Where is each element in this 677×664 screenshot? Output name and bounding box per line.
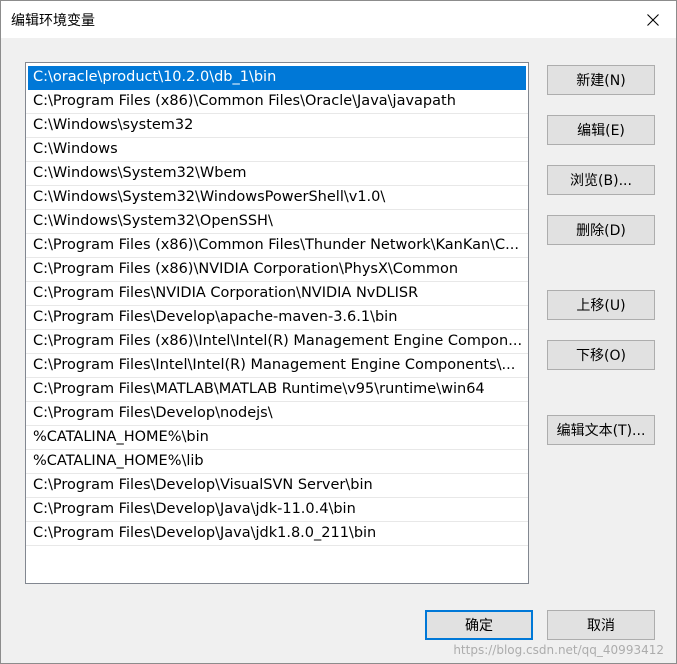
close-icon (647, 13, 659, 26)
path-list-item[interactable]: C:\Program Files (x86)\NVIDIA Corporatio… (26, 258, 528, 282)
ok-button[interactable]: 确定 (425, 610, 533, 640)
path-list-item[interactable]: C:\Windows\System32\OpenSSH\ (26, 210, 528, 234)
path-list-item[interactable]: C:\Program Files (x86)\Intel\Intel(R) Ma… (26, 330, 528, 354)
path-list-item[interactable]: C:\Windows\system32 (26, 114, 528, 138)
browse-button[interactable]: 浏览(B)... (547, 165, 655, 195)
title-bar[interactable]: 编辑环境变量 (1, 1, 676, 38)
path-list-item[interactable]: C:\Program Files\Develop\apache-maven-3.… (26, 306, 528, 330)
path-list[interactable]: C:\oracle\product\10.2.0\db_1\bin C:\Prog… (25, 62, 529, 584)
path-list-item[interactable]: %CATALINA_HOME%\lib (26, 450, 528, 474)
edit-env-var-dialog: 编辑环境变量 C:\oracle\product\10.2.0\db_1\bin… (0, 0, 677, 664)
move-down-button[interactable]: 下移(O) (547, 340, 655, 370)
path-list-item[interactable]: C:\Program Files\MATLAB\MATLAB Runtime\v… (26, 378, 528, 402)
watermark: https://blog.csdn.net/qq_40993412 (453, 643, 664, 657)
path-list-item[interactable]: C:\Program Files\Develop\VisualSVN Serve… (26, 474, 528, 498)
path-list-item[interactable]: C:\Program Files (x86)\Common Files\Orac… (26, 90, 528, 114)
path-list-item[interactable]: C:\Program Files\Develop\Java\jdk-11.0.4… (26, 498, 528, 522)
delete-button[interactable]: 删除(D) (547, 215, 655, 245)
path-list-item[interactable]: C:\Program Files (x86)\Common Files\Thun… (26, 234, 528, 258)
path-list-item[interactable]: C:\Program Files\NVIDIA Corporation\NVID… (26, 282, 528, 306)
new-button[interactable]: 新建(N) (547, 65, 655, 95)
path-list-item-selected[interactable]: C:\oracle\product\10.2.0\db_1\bin (28, 66, 526, 90)
path-list-item[interactable]: C:\Program Files\Develop\Java\jdk1.8.0_2… (26, 522, 528, 546)
move-up-button[interactable]: 上移(U) (547, 290, 655, 320)
path-list-item[interactable]: C:\Windows (26, 138, 528, 162)
path-list-item[interactable]: C:\Program Files\Develop\nodejs\ (26, 402, 528, 426)
close-button[interactable] (630, 1, 676, 38)
path-list-item[interactable]: C:\Program Files\Intel\Intel(R) Manageme… (26, 354, 528, 378)
path-list-item[interactable]: %CATALINA_HOME%\bin (26, 426, 528, 450)
dialog-title: 编辑环境变量 (11, 13, 95, 29)
cancel-button[interactable]: 取消 (547, 610, 655, 640)
edit-text-button[interactable]: 编辑文本(T)... (547, 415, 655, 445)
path-list-item[interactable]: C:\Windows\System32\Wbem (26, 162, 528, 186)
path-list-item[interactable]: C:\Windows\System32\WindowsPowerShell\v1… (26, 186, 528, 210)
edit-button[interactable]: 编辑(E) (547, 115, 655, 145)
